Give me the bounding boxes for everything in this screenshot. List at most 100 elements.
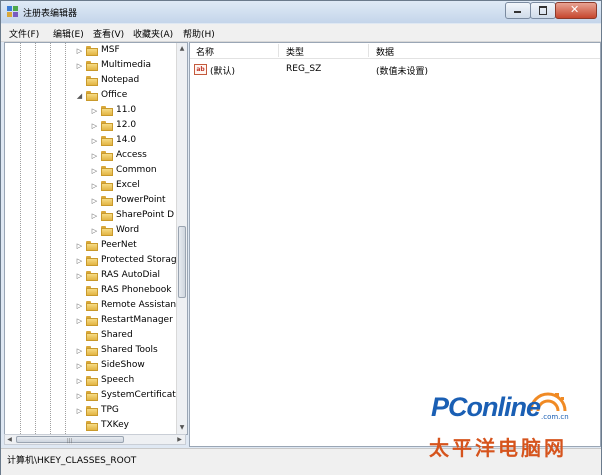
tree-node[interactable]: ▷ SideShow [5, 359, 176, 374]
tree-node[interactable]: ▷ 14.0 [5, 134, 176, 149]
expand-arrow-icon[interactable]: ▷ [75, 359, 84, 374]
tree-node[interactable]: ▷ Word [5, 224, 176, 239]
tree-node-label: RestartManager [101, 315, 173, 325]
tree-node[interactable]: ▷ SharePoint D [5, 209, 176, 224]
scroll-up-icon[interactable]: ▲ [178, 44, 186, 53]
menu-favorites[interactable]: 收藏夹(A) [133, 27, 173, 40]
tree-scroll-thumb[interactable] [178, 226, 186, 298]
tree-hscroll-thumb[interactable]: ||| [16, 436, 124, 444]
folder-icon [86, 331, 98, 341]
folder-icon [86, 391, 98, 401]
expand-arrow-icon[interactable]: ▷ [90, 119, 99, 134]
column-name-header[interactable]: 名称 [196, 45, 214, 58]
folder-body [101, 198, 113, 206]
tree-node[interactable]: ▷ PeerNet [5, 239, 176, 254]
menu-edit[interactable]: 编辑(E) [53, 27, 84, 40]
column-data-header[interactable]: 数据 [376, 45, 394, 58]
tree-node[interactable]: ▷ Common [5, 164, 176, 179]
expand-arrow-icon[interactable]: ▷ [75, 254, 84, 269]
tree-node[interactable]: Notepad [5, 74, 176, 89]
folder-icon [101, 211, 113, 221]
expand-arrow-icon[interactable]: ▷ [75, 44, 84, 59]
tree-node[interactable]: ▷ MSF [5, 44, 176, 59]
folder-body [101, 153, 113, 161]
expand-arrow-icon[interactable]: ▷ [75, 344, 84, 359]
tree-node[interactable]: TXKey [5, 419, 176, 434]
column-divider[interactable] [278, 44, 279, 57]
folder-icon [101, 181, 113, 191]
tree-node[interactable]: ▷ Excel [5, 179, 176, 194]
scroll-down-icon[interactable]: ▼ [178, 423, 186, 432]
folder-body [86, 348, 98, 356]
column-type-header[interactable]: 类型 [286, 45, 304, 58]
expand-arrow-icon[interactable]: ▷ [75, 59, 84, 74]
expand-arrow-icon[interactable]: ▷ [75, 239, 84, 254]
tree-node[interactable]: ▷ Shared Tools [5, 344, 176, 359]
menu-file[interactable]: 文件(F) [9, 27, 39, 40]
expand-arrow-icon[interactable]: ▷ [75, 389, 84, 404]
folder-body [86, 363, 98, 371]
tree-node[interactable]: ▷ 12.0 [5, 119, 176, 134]
tree-vertical-scrollbar[interactable]: ▲ ▼ [176, 43, 187, 434]
tree-node[interactable]: ▷ Access [5, 149, 176, 164]
folder-body [101, 213, 113, 221]
maximize-button[interactable] [530, 2, 556, 19]
expand-arrow-icon[interactable]: ▷ [75, 404, 84, 419]
expand-arrow-icon[interactable]: ▷ [90, 179, 99, 194]
collapse-arrow-icon[interactable]: ◢ [75, 89, 84, 104]
tree-node-label: Shared [101, 330, 133, 340]
tree-node[interactable]: ▷ TPG [5, 404, 176, 419]
tree-node-label: RAS AutoDial [101, 270, 160, 280]
value-row[interactable]: ab (默认) REG_SZ (数值未设置) [190, 62, 600, 77]
expand-arrow-icon[interactable]: ▷ [75, 374, 84, 389]
tree-horizontal-scrollbar[interactable]: ◀ ||| ▶ [4, 434, 186, 445]
folder-icon [101, 121, 113, 131]
folder-icon [101, 226, 113, 236]
registry-key-tree[interactable]: ▷ MSF ▷ Multimedia Notepad ◢ Office ▷ 11.0 ▷ 12.0 ▷… [4, 42, 188, 435]
expand-arrow-icon[interactable]: ▷ [90, 194, 99, 209]
tree-node-label: 12.0 [116, 120, 137, 130]
tree-node[interactable]: ▷ PowerPoint [5, 194, 176, 209]
scroll-left-icon[interactable]: ◀ [5, 435, 14, 444]
tree-node[interactable]: ◢ Office [5, 89, 176, 104]
folder-icon [101, 106, 113, 116]
expand-arrow-icon[interactable]: ▷ [90, 104, 99, 119]
menu-help[interactable]: 帮助(H) [183, 27, 215, 40]
title-bar[interactable]: 注册表编辑器 ✕ [1, 1, 601, 23]
tree-node[interactable]: Shared [5, 329, 176, 344]
folder-body [86, 318, 98, 326]
folder-icon [101, 151, 113, 161]
expand-arrow-icon[interactable]: ▷ [75, 269, 84, 284]
tree-node[interactable]: ▷ 11.0 [5, 104, 176, 119]
expand-arrow-icon[interactable]: ▷ [90, 164, 99, 179]
minimize-button[interactable] [505, 2, 531, 19]
tree-node[interactable]: ▷ SystemCertificate [5, 389, 181, 404]
expand-arrow-icon[interactable]: ▷ [90, 149, 99, 164]
tree-node-label: TPG [101, 405, 119, 415]
status-path: 计算机\HKEY_CLASSES_ROOT [7, 456, 137, 466]
tree-node[interactable]: ▷ Remote Assistan [5, 299, 176, 314]
expand-arrow-icon[interactable]: ▷ [75, 299, 84, 314]
scroll-right-icon[interactable]: ▶ [175, 435, 184, 444]
close-button[interactable]: ✕ [555, 2, 597, 19]
folder-icon [86, 61, 98, 71]
tree-node[interactable]: ▷ Protected Storag [5, 254, 177, 269]
tree-node[interactable]: RAS Phonebook [5, 284, 176, 299]
value-list[interactable]: 名称 类型 数据 ab (默认) REG_SZ (数值未设置) [189, 42, 601, 447]
tree-node-label: Access [116, 150, 147, 160]
expand-arrow-icon[interactable]: ▷ [90, 209, 99, 224]
tree-node[interactable]: ▷ RestartManager [5, 314, 176, 329]
tree-node[interactable]: ▷ RAS AutoDial [5, 269, 176, 284]
tree-node[interactable]: ▷ Speech [5, 374, 176, 389]
tree-node-label: Speech [101, 375, 135, 385]
tree-node[interactable]: ▷ Multimedia [5, 59, 176, 74]
expand-arrow-icon[interactable]: ▷ [90, 224, 99, 239]
expand-arrow-icon[interactable]: ▷ [75, 314, 84, 329]
folder-body [101, 168, 113, 176]
menu-view[interactable]: 查看(V) [93, 27, 124, 40]
column-divider[interactable] [368, 44, 369, 57]
expand-arrow-icon[interactable]: ▷ [90, 134, 99, 149]
watermark-chinese: 太平洋电脑网 [429, 436, 567, 460]
folder-body [86, 378, 98, 386]
tree-node-label: SystemCertificate [101, 390, 182, 400]
